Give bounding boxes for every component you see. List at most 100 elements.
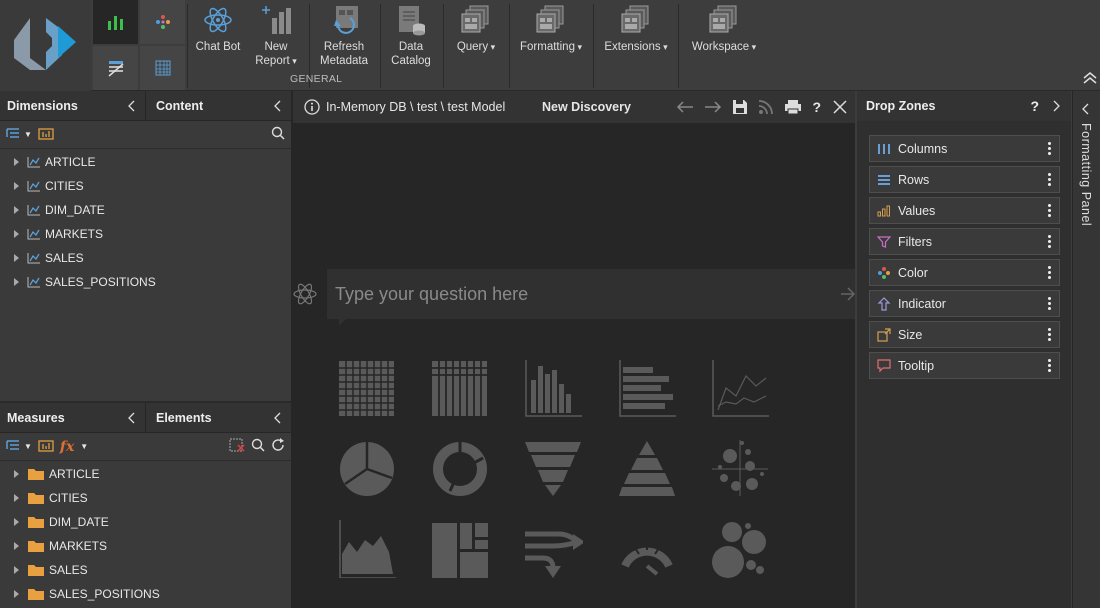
tree-item[interactable]: DIM_DATE [0, 510, 291, 534]
tab-dimensions[interactable]: Dimensions [0, 90, 146, 121]
save-button[interactable] [732, 99, 748, 115]
expand-arrow-icon[interactable] [14, 590, 19, 598]
formatting-menu-button[interactable]: Formatting ▾ [516, 4, 586, 54]
dropdown-arrow-icon[interactable]: ▼ [80, 442, 88, 451]
expand-arrow-icon[interactable] [14, 470, 19, 478]
tree-item[interactable]: DIM_DATE [0, 198, 291, 222]
dropdown-arrow-icon[interactable]: ▼ [24, 130, 32, 139]
funnel-chart-icon[interactable] [523, 438, 583, 498]
tree-item[interactable]: CITIES [0, 174, 291, 198]
more-options-icon[interactable] [1039, 359, 1059, 372]
app-logo[interactable] [0, 0, 91, 91]
search-icon[interactable] [271, 126, 285, 143]
drop-zone-tooltip[interactable]: Tooltip [869, 352, 1060, 379]
folder-view-icon[interactable] [38, 438, 54, 455]
help-button[interactable]: ? [812, 99, 821, 115]
query-menu-button[interactable]: Query ▾ [450, 4, 502, 54]
tree-item[interactable]: SALES_POSITIONS [0, 582, 291, 606]
bar-chart-icon[interactable] [617, 358, 677, 418]
tree-view-icon[interactable] [6, 439, 20, 454]
gauge-chart-icon[interactable] [617, 518, 677, 578]
tree-item[interactable]: SALES [0, 246, 291, 270]
expand-arrow-icon[interactable] [14, 494, 19, 502]
expand-arrow-icon[interactable] [14, 278, 19, 286]
palette-mode-button[interactable] [140, 0, 185, 44]
column-chart-icon[interactable] [523, 358, 583, 418]
expand-arrow-icon[interactable] [14, 206, 19, 214]
more-options-icon[interactable] [1039, 173, 1059, 186]
more-options-icon[interactable] [1039, 297, 1059, 310]
formatting-panel-collapsed[interactable]: Formatting Panel [1072, 91, 1100, 608]
expand-arrow-icon[interactable] [14, 182, 19, 190]
pyramid-chart-icon[interactable] [617, 438, 677, 498]
folder-view-icon[interactable] [38, 126, 54, 143]
tree-item[interactable]: MARKETS [0, 534, 291, 558]
discovery-mode-button[interactable] [93, 0, 138, 44]
collapse-elements-button[interactable] [273, 412, 291, 424]
drop-zone-size[interactable]: Size [869, 321, 1060, 348]
tree-item[interactable]: CITIES [0, 486, 291, 510]
grid-mode-button[interactable] [140, 46, 185, 90]
drop-zone-columns[interactable]: Columns [869, 135, 1060, 162]
drop-zones-help-button[interactable]: ? [1030, 98, 1039, 114]
bubble-chart-icon[interactable] [710, 518, 770, 578]
treemap-chart-icon[interactable] [430, 518, 490, 578]
scatter-chart-icon[interactable] [710, 438, 770, 498]
info-icon[interactable] [304, 99, 320, 115]
close-button[interactable] [833, 100, 847, 114]
drop-zone-filters[interactable]: Filters [869, 228, 1060, 255]
chatbot-button[interactable]: Chat Bot [194, 4, 242, 54]
formula-icon[interactable]: fx [60, 439, 74, 455]
collapse-measures-button[interactable] [127, 412, 145, 424]
redo-button[interactable] [704, 100, 722, 114]
expand-arrow-icon[interactable] [14, 542, 19, 550]
collapse-content-button[interactable] [273, 100, 291, 112]
collapse-drop-zones-button[interactable] [1053, 100, 1061, 112]
line-chart-icon[interactable] [710, 358, 770, 418]
drop-zone-indicator[interactable]: Indicator [869, 290, 1060, 317]
expand-arrow-icon[interactable] [14, 518, 19, 526]
tab-content[interactable]: Content [146, 91, 291, 121]
report-mode-button[interactable] [93, 46, 138, 90]
question-input[interactable]: Type your question here [327, 269, 855, 319]
expand-arrow-icon[interactable] [14, 566, 19, 574]
drop-zone-color[interactable]: Color [869, 259, 1060, 286]
send-question-icon[interactable] [840, 284, 855, 304]
more-options-icon[interactable] [1039, 235, 1059, 248]
collapse-toolbar-button[interactable] [1082, 70, 1098, 87]
dropdown-arrow-icon[interactable]: ▼ [24, 442, 32, 451]
tree-item[interactable]: MARKETS [0, 222, 291, 246]
more-options-icon[interactable] [1039, 204, 1059, 217]
crosstab-chart-icon[interactable] [430, 358, 490, 418]
tab-elements[interactable]: Elements [146, 403, 291, 433]
expand-arrow-icon[interactable] [14, 254, 19, 262]
refresh-icon[interactable] [271, 438, 285, 455]
workspace-menu-button[interactable]: Workspace ▾ [686, 4, 762, 54]
sankey-chart-icon[interactable] [523, 518, 585, 578]
undo-button[interactable] [676, 100, 694, 114]
more-options-icon[interactable] [1039, 142, 1059, 155]
data-catalog-button[interactable]: Data Catalog [388, 4, 434, 68]
refresh-metadata-button[interactable]: Refresh Metadata [318, 4, 370, 68]
expand-arrow-icon[interactable] [14, 158, 19, 166]
tree-item[interactable]: SALES_POSITIONS [0, 270, 291, 294]
new-report-button[interactable]: New Report ▾ [252, 4, 300, 68]
tree-item[interactable]: ARTICLE [0, 150, 291, 174]
rss-button[interactable] [758, 99, 774, 115]
tree-item[interactable]: ARTICLE [0, 462, 291, 486]
tree-item[interactable]: SALES [0, 558, 291, 582]
expand-arrow-icon[interactable] [14, 230, 19, 238]
drop-zone-values[interactable]: Values [869, 197, 1060, 224]
expand-formatting-button[interactable] [1081, 103, 1089, 115]
donut-chart-icon[interactable] [430, 438, 490, 498]
extensions-menu-button[interactable]: Extensions ▾ [600, 4, 672, 54]
tree-view-icon[interactable] [6, 127, 20, 142]
clear-selection-icon[interactable] [229, 438, 245, 455]
print-button[interactable] [784, 99, 802, 115]
more-options-icon[interactable] [1039, 266, 1059, 279]
drop-zone-rows[interactable]: Rows [869, 166, 1060, 193]
pie-chart-icon[interactable] [337, 438, 397, 498]
table-chart-icon[interactable] [337, 358, 397, 418]
tab-measures[interactable]: Measures [0, 402, 146, 433]
more-options-icon[interactable] [1039, 328, 1059, 341]
